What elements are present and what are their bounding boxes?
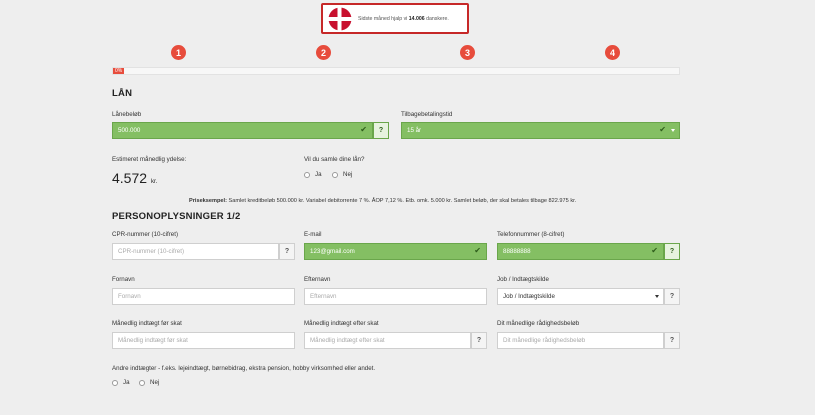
loan-heading: LÅN — [112, 88, 133, 99]
repayment-term-label: Tilbagebetalingstid — [401, 111, 453, 118]
other-income-yes-radio[interactable]: Ja — [112, 379, 130, 386]
repayment-term-value: 15 år — [407, 127, 422, 134]
income-after-tax-input[interactable]: Månedlig indtægt efter skat — [304, 332, 471, 349]
loan-amount-help-button[interactable]: ? — [373, 122, 389, 139]
phone-input[interactable]: 88888888 ✔ — [497, 243, 664, 260]
consolidate-yes-radio[interactable]: Ja — [304, 171, 322, 178]
last-name-placeholder: Efternavn — [310, 293, 337, 300]
danish-flag-icon — [328, 7, 352, 30]
first-name-label: Fornavn — [112, 276, 135, 283]
job-label: Job / Indtægtskilde — [497, 276, 549, 283]
check-icon: ✔ — [474, 246, 481, 255]
job-select[interactable]: Job / Indtægtskilde — [497, 288, 664, 305]
email-input[interactable]: 123@gmail.com ✔ — [304, 243, 487, 260]
trust-badge: Sidste måned hjalp vi 14.006 danskere. — [321, 3, 469, 34]
other-income-no-radio[interactable]: Nej — [139, 379, 159, 386]
cpr-input[interactable]: CPR-nummer (10-cifret) — [112, 243, 279, 260]
monthly-payment-value: 4.572 kr. — [112, 170, 158, 186]
cpr-placeholder: CPR-nummer (10-cifret) — [118, 248, 185, 255]
step-3-indicator: 3 — [460, 45, 475, 60]
phone-label: Telefonnummer (8-cifret) — [497, 231, 565, 238]
other-income-label: Andre indtægter - f.eks. lejeindtægt, bø… — [112, 365, 376, 372]
income-after-tax-label: Månedlig indtægt efter skat — [304, 320, 379, 327]
last-name-input[interactable]: Efternavn — [304, 288, 487, 305]
step-4-indicator: 4 — [605, 45, 620, 60]
first-name-placeholder: Fornavn — [118, 293, 141, 300]
loan-application-page: Sidste måned hjalp vi 14.006 danskere. 1… — [0, 0, 815, 415]
badge-text: Sidste måned hjalp vi 14.006 danskere. — [358, 15, 449, 22]
consolidate-no-radio[interactable]: Nej — [332, 171, 352, 178]
chevron-down-icon — [655, 295, 659, 298]
step-2-indicator: 2 — [316, 45, 331, 60]
loan-amount-label: Lånebeløb — [112, 111, 142, 118]
monthly-payment-label: Estimeret månedlig ydelse: — [112, 156, 187, 163]
disposable-amount-label: Dit månedlige rådighedsbeløb — [497, 320, 580, 327]
job-help-button[interactable]: ? — [664, 288, 680, 305]
email-label: E-mail — [304, 231, 322, 238]
check-icon: ✔ — [651, 246, 658, 255]
check-icon: ✔ — [360, 125, 367, 134]
price-example-text: Priseksempel: Samlet kreditbeløb 500.000… — [189, 198, 577, 204]
income-after-tax-help-button[interactable]: ? — [471, 332, 487, 349]
cpr-help-button[interactable]: ? — [279, 243, 295, 260]
cpr-label: CPR-nummer (10-cifret) — [112, 231, 179, 238]
step-1-indicator: 1 — [171, 45, 186, 60]
progress-fill: 0% — [113, 68, 124, 74]
income-after-tax-placeholder: Månedlig indtægt efter skat — [310, 337, 385, 344]
income-before-tax-placeholder: Månedlig indtægt før skat — [118, 337, 188, 344]
last-name-label: Efternavn — [304, 276, 331, 283]
disposable-amount-input[interactable]: Dit månedlige rådighedsbeløb — [497, 332, 664, 349]
disposable-amount-help-button[interactable]: ? — [664, 332, 680, 349]
email-value: 123@gmail.com — [310, 248, 355, 255]
phone-value: 88888888 — [503, 248, 531, 255]
disposable-amount-placeholder: Dit månedlige rådighedsbeløb — [503, 337, 586, 344]
loan-amount-value: 500.000 — [118, 127, 141, 134]
chevron-down-icon — [671, 129, 675, 132]
income-before-tax-input[interactable]: Månedlig indtægt før skat — [112, 332, 295, 349]
income-before-tax-label: Månedlig indtægt før skat — [112, 320, 182, 327]
loan-amount-input[interactable]: 500.000 ✔ — [112, 122, 373, 139]
consolidate-question-label: Vil du samle dine lån? — [304, 156, 365, 163]
job-value: Job / Indtægtskilde — [503, 293, 555, 300]
personal-info-heading: PERSONOPLYSNINGER 1/2 — [112, 211, 241, 222]
phone-help-button[interactable]: ? — [664, 243, 680, 260]
progress-bar: 0% — [112, 67, 680, 75]
check-icon: ✔ — [659, 125, 666, 134]
first-name-input[interactable]: Fornavn — [112, 288, 295, 305]
repayment-term-select[interactable]: 15 år ✔ — [401, 122, 680, 139]
